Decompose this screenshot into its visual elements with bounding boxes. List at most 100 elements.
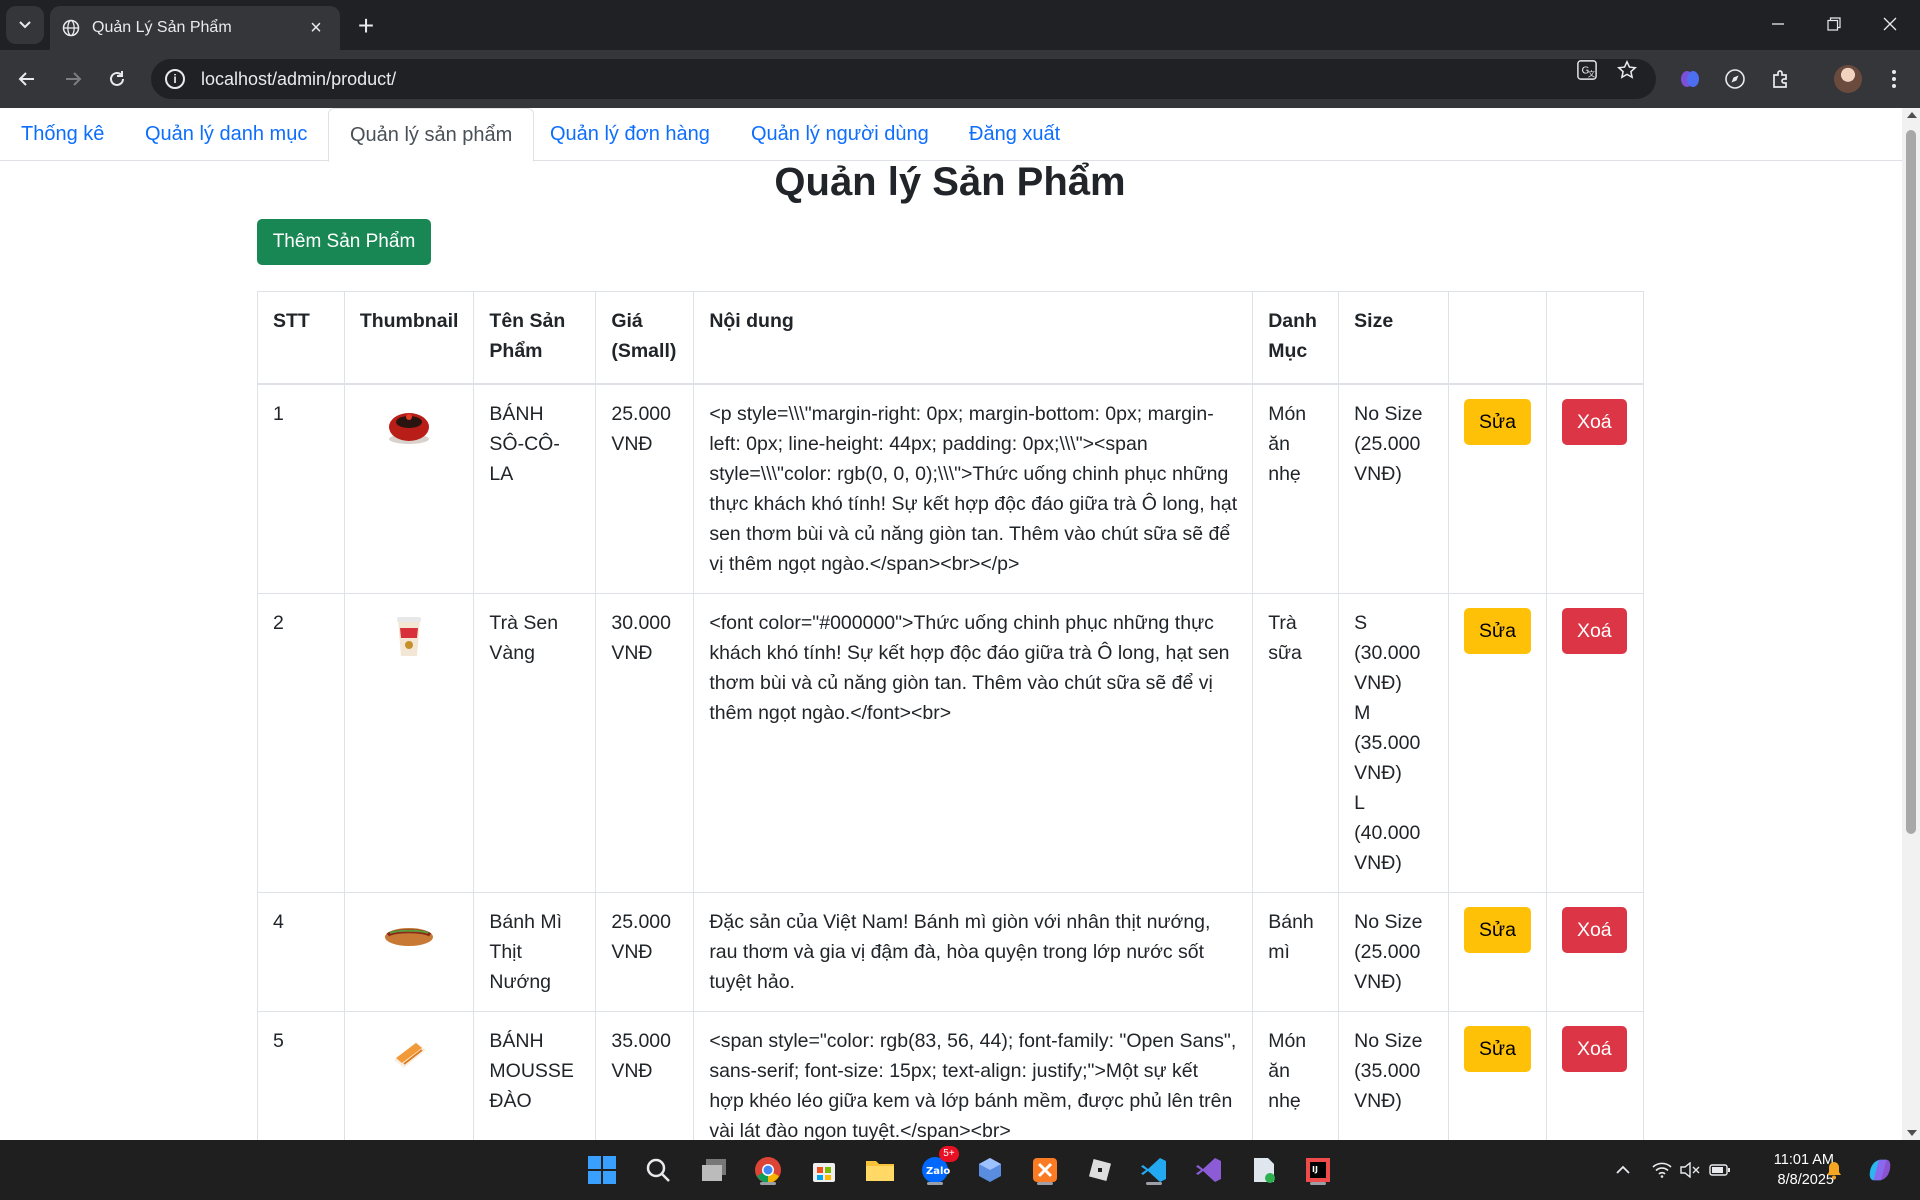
back-button[interactable] (9, 61, 45, 97)
row-thumbnail (343, 383, 475, 594)
copilot-icon[interactable] (1866, 1154, 1894, 1186)
extension-brain-icon[interactable] (1672, 61, 1708, 97)
close-window-button[interactable] (1862, 0, 1918, 48)
reload-button[interactable] (99, 61, 135, 97)
column-header: STT (257, 291, 345, 385)
notepad-icon[interactable] (1246, 1152, 1282, 1188)
browser-tab[interactable]: Quản Lý Sản Phẩm × (50, 6, 340, 50)
size-entry: No Size (25.000 VNĐ) (1354, 910, 1423, 993)
edit-button[interactable]: Sửa (1464, 607, 1531, 654)
nav-tab-logout[interactable]: Đăng xuất (948, 108, 1081, 161)
task-view-icon[interactable] (696, 1152, 732, 1188)
site-info-icon[interactable]: i (165, 69, 185, 89)
row-content: <font color="#000000">Thức uống chinh ph… (693, 592, 1254, 893)
column-header: Tên Sản Phẩm (473, 291, 597, 385)
restore-button[interactable] (1806, 0, 1862, 48)
vscode-icon[interactable] (1136, 1152, 1172, 1188)
row-stt: 1 (257, 383, 345, 594)
edit-button[interactable]: Sửa (1464, 398, 1531, 445)
notification-bell-icon[interactable] (1820, 1154, 1848, 1186)
menu-kebab-icon[interactable] (1876, 61, 1912, 97)
row-category: Món ăn nhẹ (1252, 383, 1340, 594)
row-stt: 5 (257, 1010, 345, 1140)
arrow-right-icon (66, 72, 82, 86)
chrome-taskbar-icon[interactable] (750, 1152, 786, 1188)
row-price: 25.000 VNĐ (595, 891, 695, 1012)
cube-app-icon[interactable] (972, 1152, 1008, 1188)
column-header: Size (1338, 291, 1450, 385)
tab-search-button[interactable] (6, 6, 44, 44)
table-row: 1 BÁNH SÔ-CÔ-LA 25.000 VNĐ <p style=\\\"… (257, 383, 1645, 594)
page-viewport: Thống kê Quản lý danh mục Quản lý sản ph… (0, 108, 1902, 1140)
row-name: Trà Sen Vàng (473, 592, 597, 893)
banh-mi-icon (385, 927, 434, 946)
browser-tabstrip: Quản Lý Sản Phẩm × + (0, 0, 1920, 50)
nav-tab-categories[interactable]: Quản lý danh mục (124, 108, 328, 161)
row-content: <p style=\\\"margin-right: 0px; margin-b… (693, 383, 1254, 594)
visual-studio-icon[interactable] (1191, 1152, 1227, 1188)
nav-tab-orders[interactable]: Quản lý đơn hàng (529, 108, 731, 161)
table-row: 5 BÁNH MOUSSE ĐÀO 35.000 VNĐ <span style… (257, 1010, 1645, 1140)
page-scrollbar[interactable] (1902, 108, 1920, 1140)
chevron-up-icon[interactable] (1609, 1154, 1637, 1186)
profile-avatar[interactable] (1834, 65, 1862, 93)
lotus-tea-cup-icon (397, 616, 422, 656)
forward-button[interactable] (55, 61, 91, 97)
size-entry: L (40.000 VNĐ) (1354, 791, 1421, 874)
nav-tab-statistics[interactable]: Thống kê (0, 108, 125, 161)
peach-mousse-icon (394, 1041, 427, 1068)
column-header: Danh Mục (1252, 291, 1340, 385)
size-entry: No Size (25.000 VNĐ) (1354, 402, 1423, 485)
page-title: Quản lý Sản Phẩm (774, 160, 1126, 204)
url-text: localhost/admin/product/ (201, 68, 397, 89)
file-explorer-icon[interactable] (862, 1152, 898, 1188)
intellij-icon[interactable]: IJ (1300, 1152, 1336, 1188)
minimize-button[interactable] (1750, 0, 1806, 48)
row-stt: 2 (257, 592, 345, 893)
row-price: 25.000 VNĐ (595, 383, 695, 594)
xampp-icon[interactable] (1027, 1152, 1063, 1188)
row-category: Món ăn nhẹ (1252, 1010, 1340, 1140)
column-header: Nội dung (693, 291, 1254, 385)
column-header (1545, 291, 1645, 385)
edit-button[interactable]: Sửa (1464, 906, 1531, 953)
row-name: BÁNH MOUSSE ĐÀO (473, 1010, 597, 1140)
battery-icon[interactable] (1706, 1154, 1734, 1186)
active-indicator (927, 1182, 943, 1185)
scrollbar-thumb[interactable] (1906, 130, 1916, 834)
new-tab-button[interactable]: + (350, 10, 382, 42)
size-entry: M (35.000 VNĐ) (1354, 701, 1421, 784)
add-product-button[interactable]: Thêm Sản Phẩm (257, 219, 431, 265)
row-content: <span style="color: rgb(83, 56, 44); fon… (693, 1010, 1254, 1140)
nav-tab-products[interactable]: Quản lý sản phẩm (328, 108, 535, 162)
row-delete-cell: Xoá (1545, 891, 1645, 1012)
address-bar[interactable]: i localhost/admin/product/ (151, 59, 1656, 99)
zalo-icon[interactable]: Zalo 5+ (917, 1146, 959, 1188)
row-sizes: No Size (25.000 VNĐ) (1338, 383, 1450, 594)
extensions-puzzle-icon[interactable] (1763, 61, 1799, 97)
windows-start-icon[interactable] (584, 1152, 620, 1188)
row-content: Đặc sản của Việt Nam! Bánh mì giòn với n… (693, 891, 1254, 1012)
scroll-up-icon[interactable] (1907, 112, 1917, 118)
row-price: 30.000 VNĐ (595, 592, 695, 893)
delete-button[interactable]: Xoá (1561, 1025, 1627, 1072)
close-tab-icon[interactable]: × (304, 16, 328, 40)
delete-button[interactable]: Xoá (1561, 607, 1627, 654)
delete-button[interactable]: Xoá (1561, 906, 1627, 953)
bookmark-star-icon[interactable] (1617, 59, 1637, 80)
edit-button[interactable]: Sửa (1464, 1025, 1531, 1072)
scroll-down-icon[interactable] (1907, 1130, 1917, 1136)
compass-icon[interactable] (1717, 61, 1753, 97)
store-icon[interactable] (806, 1152, 842, 1188)
nav-tab-users[interactable]: Quản lý người dùng (730, 108, 950, 161)
wifi-icon[interactable] (1648, 1154, 1676, 1186)
speaker-muted-icon[interactable] (1676, 1154, 1704, 1186)
translate-icon[interactable]: G文 (1577, 60, 1597, 80)
size-entry: S (30.000 VNĐ) (1354, 611, 1421, 694)
active-indicator (1310, 1182, 1326, 1185)
notification-badge: 5+ (939, 1146, 959, 1162)
search-icon[interactable] (640, 1152, 676, 1188)
delete-button[interactable]: Xoá (1561, 398, 1627, 445)
roblox-icon[interactable] (1082, 1152, 1118, 1188)
products-table: STT Thumbnail Tên Sản Phẩm Giá (Small) N… (257, 291, 1645, 1140)
